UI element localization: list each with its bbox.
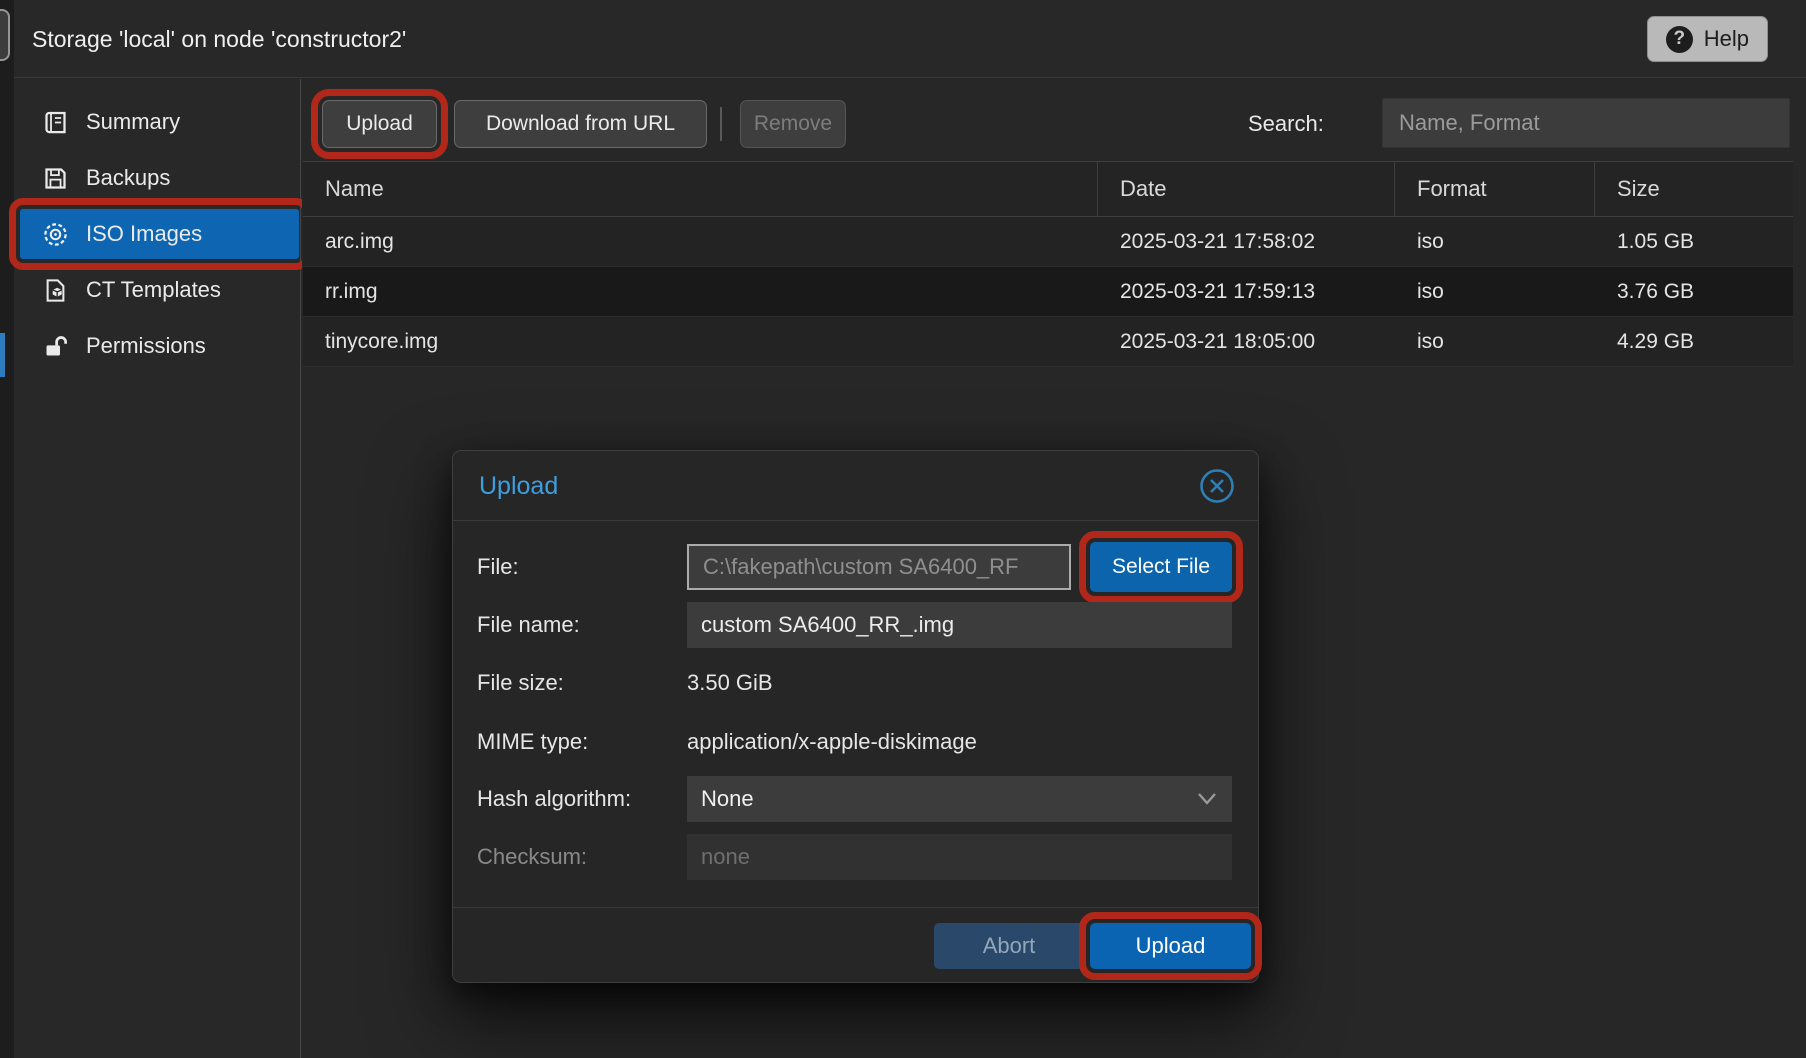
upload-dialog: Upload File: C:\fakepath\custom SA6400_R… <box>452 450 1259 983</box>
mime-type-value: application/x-apple-diskimage <box>687 719 977 765</box>
sidebar-item-summary[interactable]: Summary <box>20 97 299 147</box>
table-header-row: Name Date Format Size <box>303 161 1793 217</box>
column-header-format[interactable]: Format <box>1395 162 1595 216</box>
cell-size: 3.76 GB <box>1595 267 1793 316</box>
cube-file-icon <box>42 277 69 304</box>
cell-format: iso <box>1395 267 1595 316</box>
sidebar-item-backups[interactable]: Backups <box>20 153 299 203</box>
dialog-footer: Abort Upload <box>453 907 1258 982</box>
cell-date: 2025-03-21 17:59:13 <box>1098 267 1395 316</box>
sidebar-item-label: Summary <box>86 109 180 135</box>
table-row[interactable]: rr.img 2025-03-21 17:59:13 iso 3.76 GB <box>303 267 1793 317</box>
file-label: File: <box>477 544 519 590</box>
file-size-value: 3.50 GiB <box>687 660 773 706</box>
collapsed-panel-tab[interactable] <box>0 9 10 61</box>
checksum-label: Checksum: <box>477 834 587 880</box>
file-name-label: File name: <box>477 602 580 648</box>
search-input[interactable] <box>1382 98 1790 148</box>
upload-toolbar-button[interactable]: Upload <box>322 100 437 148</box>
close-icon[interactable] <box>1198 467 1236 505</box>
column-header-date[interactable]: Date <box>1098 162 1395 216</box>
remove-button[interactable]: Remove <box>740 100 846 148</box>
cell-format: iso <box>1395 317 1595 366</box>
toolbar-separator <box>720 107 722 141</box>
search-label: Search: <box>1248 100 1324 148</box>
page-title: Storage 'local' on node 'constructor2' <box>32 0 406 78</box>
file-size-label: File size: <box>477 660 564 706</box>
sidebar-item-permissions[interactable]: Permissions <box>20 321 299 371</box>
book-icon <box>42 109 69 136</box>
help-button[interactable]: ? Help <box>1647 16 1768 62</box>
hash-algorithm-select[interactable]: None <box>687 776 1232 822</box>
abort-button[interactable]: Abort <box>934 923 1084 969</box>
disc-icon <box>42 221 69 248</box>
checksum-row: Checksum: <box>453 834 1258 880</box>
sidebar-item-label: CT Templates <box>86 277 221 303</box>
cell-name: tinycore.img <box>303 317 1098 366</box>
chevron-down-icon <box>1196 791 1218 807</box>
cell-size: 1.05 GB <box>1595 217 1793 266</box>
panel-accent-bar <box>0 333 5 377</box>
column-header-name[interactable]: Name <box>303 162 1098 216</box>
file-name-row: File name: <box>453 602 1258 648</box>
file-size-row: File size: 3.50 GiB <box>453 660 1258 706</box>
sidebar-item-label: Backups <box>86 165 170 191</box>
sidebar-item-label: ISO Images <box>86 221 202 247</box>
file-name-input[interactable] <box>687 602 1232 648</box>
cell-name: arc.img <box>303 217 1098 266</box>
select-file-button[interactable]: Select File <box>1090 542 1232 592</box>
file-path-input[interactable]: C:\fakepath\custom SA6400_RF <box>687 544 1071 590</box>
hash-algorithm-value: None <box>701 776 754 822</box>
hash-algorithm-row: Hash algorithm: None <box>453 776 1258 822</box>
window-header: Storage 'local' on node 'constructor2' ?… <box>14 0 1806 78</box>
hash-algorithm-label: Hash algorithm: <box>477 776 631 822</box>
mime-type-label: MIME type: <box>477 719 588 765</box>
cell-size: 4.29 GB <box>1595 317 1793 366</box>
iso-table: Name Date Format Size arc.img 2025-03-21… <box>303 161 1793 367</box>
cell-date: 2025-03-21 18:05:00 <box>1098 317 1395 366</box>
dialog-title: Upload <box>479 451 558 521</box>
sidebar-item-label: Permissions <box>86 333 206 359</box>
cell-date: 2025-03-21 17:58:02 <box>1098 217 1395 266</box>
floppy-icon <box>42 165 69 192</box>
collapsed-panel-strip <box>0 0 14 1058</box>
unlock-icon <box>42 333 69 360</box>
sidebar-item-ct-templates[interactable]: CT Templates <box>20 265 299 315</box>
column-header-size[interactable]: Size <box>1595 162 1793 216</box>
table-row[interactable]: arc.img 2025-03-21 17:58:02 iso 1.05 GB <box>303 217 1793 267</box>
checksum-input <box>687 834 1232 880</box>
table-row[interactable]: tinycore.img 2025-03-21 18:05:00 iso 4.2… <box>303 317 1793 367</box>
file-row: File: C:\fakepath\custom SA6400_RF Selec… <box>453 544 1258 590</box>
sidebar: Summary Backups ISO Images <box>14 79 301 1058</box>
download-from-url-button[interactable]: Download from URL <box>454 100 707 148</box>
help-button-label: Help <box>1704 26 1749 52</box>
proxmox-storage-window: Storage 'local' on node 'constructor2' ?… <box>0 0 1806 1058</box>
cell-format: iso <box>1395 217 1595 266</box>
upload-dialog-button[interactable]: Upload <box>1090 923 1251 969</box>
help-icon: ? <box>1666 26 1693 53</box>
mime-type-row: MIME type: application/x-apple-diskimage <box>453 719 1258 765</box>
cell-name: rr.img <box>303 267 1098 316</box>
dialog-header[interactable]: Upload <box>453 451 1258 521</box>
sidebar-item-iso-images[interactable]: ISO Images <box>20 209 299 259</box>
